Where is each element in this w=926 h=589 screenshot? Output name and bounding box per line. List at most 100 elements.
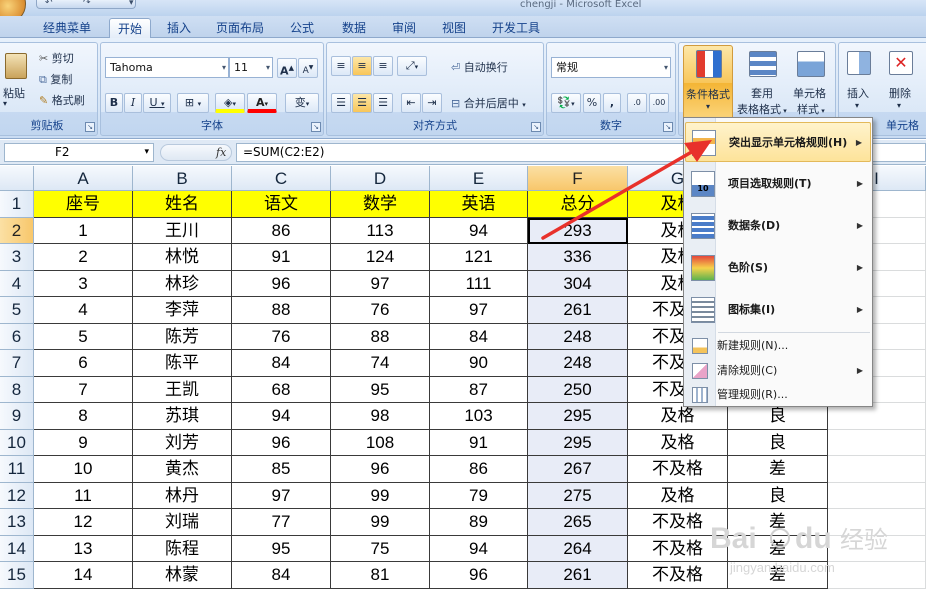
table-cell[interactable]: 77 [232,509,331,536]
increase-decimal-button[interactable]: .0 [627,93,647,113]
clipboard-launcher-icon[interactable]: ↘ [85,122,95,132]
table-cell[interactable]: 刘瑞 [133,509,232,536]
table-cell[interactable]: 248 [528,350,628,377]
table-format-button[interactable]: 表格格式 ▾ [737,101,787,117]
delete-cells-button[interactable]: 删除 [889,85,911,101]
menu-item-manage-rules[interactable]: 管理规则(R)... [685,383,871,407]
shrink-font-button[interactable]: A▼ [298,58,318,78]
row-header[interactable]: 9 [0,403,34,430]
italic-button[interactable]: I [124,93,142,113]
paste-dropdown-icon[interactable]: ▾ [3,99,7,108]
table-cell[interactable]: 12 [34,509,133,536]
row-header[interactable]: 8 [0,376,34,403]
table-cell[interactable]: 68 [232,376,331,403]
number-format-select[interactable]: 常规 ▾ [551,57,671,78]
row-header[interactable]: 14 [0,535,34,562]
currency-button[interactable]: 💱▾ [551,93,581,113]
row-header[interactable]: 10 [0,429,34,456]
table-cell[interactable]: 84 [430,323,528,350]
table-cell[interactable]: 94 [232,403,331,430]
table-cell[interactable]: 304 [528,270,628,297]
tab-home[interactable]: 开始 [109,18,151,39]
row-header[interactable]: 6 [0,323,34,350]
table-cell[interactable]: 2 [34,244,133,271]
cell-styles-button[interactable]: 样式 ▾ [797,101,825,117]
table-cell[interactable]: 295 [528,429,628,456]
column-header-b[interactable]: B [133,166,232,191]
table-header-cell[interactable]: 座号 [34,191,133,218]
menu-item-data-bars[interactable]: 数据条(D) ▶ [685,206,871,246]
table-cell[interactable]: 91 [232,244,331,271]
table-cell[interactable]: 103 [430,403,528,430]
menu-item-color-scales[interactable]: 色阶(S) ▶ [685,248,871,288]
table-cell[interactable]: 良 [728,482,828,509]
table-header-cell[interactable]: 数学 [331,191,430,218]
column-header-f[interactable]: F [528,166,628,191]
table-cell[interactable]: 264 [528,535,628,562]
decrease-indent-button[interactable]: ⇤ [401,93,421,113]
table-cell[interactable]: 336 [528,244,628,271]
table-cell[interactable]: 4 [34,297,133,324]
insert-cells-button[interactable]: 插入 [847,85,869,101]
table-cell[interactable]: 98 [331,403,430,430]
row-header[interactable]: 12 [0,482,34,509]
table-cell[interactable]: 李萍 [133,297,232,324]
border-button[interactable]: ⊞ ▾ [177,93,209,113]
column-header-d[interactable]: D [331,166,430,191]
table-cell[interactable]: 265 [528,509,628,536]
copy-button[interactable]: ⧉ 复制 [39,71,72,87]
table-cell[interactable]: 84 [232,350,331,377]
table-cell[interactable]: 及格 [628,482,728,509]
font-name-select[interactable]: Tahoma ▾ [105,57,229,78]
row-header[interactable]: 4 [0,270,34,297]
table-cell[interactable]: 97 [331,270,430,297]
tab-page-layout[interactable]: 页面布局 [208,18,272,38]
table-cell[interactable]: 75 [331,535,430,562]
conditional-formatting-button[interactable]: 条件格式 ▾ [683,45,733,121]
table-cell[interactable]: 275 [528,482,628,509]
table-cell[interactable]: 97 [232,482,331,509]
table-cell[interactable]: 74 [331,350,430,377]
table-cell[interactable]: 248 [528,323,628,350]
table-cell[interactable]: 95 [331,376,430,403]
table-cell[interactable]: 14 [34,562,133,589]
table-cell[interactable]: 不及格 [628,456,728,483]
table-cell[interactable]: 苏琪 [133,403,232,430]
table-header-cell[interactable]: 英语 [430,191,528,218]
table-cell[interactable]: 88 [232,297,331,324]
table-cell[interactable]: 96 [430,562,528,589]
cut-button[interactable]: ✂ 剪切 [39,50,74,66]
merge-center-button[interactable]: ⊟ 合并后居中 ▾ [451,95,526,111]
table-cell[interactable]: 95 [232,535,331,562]
table-cell[interactable]: 13 [34,535,133,562]
tab-insert[interactable]: 插入 [158,18,200,38]
table-cell[interactable]: 113 [331,217,430,244]
table-cell[interactable]: 121 [430,244,528,271]
table-cell[interactable]: 陈程 [133,535,232,562]
tab-review[interactable]: 审阅 [383,18,425,38]
table-cell[interactable]: 林丹 [133,482,232,509]
table-cell[interactable]: 96 [331,456,430,483]
increase-indent-button[interactable]: ⇥ [422,93,442,113]
fill-color-button[interactable]: ◈▾ [215,93,245,113]
table-cell[interactable]: 99 [331,482,430,509]
table-cell[interactable]: 陈平 [133,350,232,377]
table-cell[interactable]: 261 [528,297,628,324]
align-right-button[interactable]: ☰ [373,93,393,113]
tab-developer[interactable]: 开发工具 [484,18,548,38]
tab-view[interactable]: 视图 [433,18,475,38]
table-cell[interactable]: 89 [430,509,528,536]
table-cell[interactable]: 250 [528,376,628,403]
wrap-text-button[interactable]: ⏎ 自动换行 [451,59,508,75]
table-header-cell[interactable]: 姓名 [133,191,232,218]
row-header[interactable]: 1 [0,191,34,218]
table-cell[interactable]: 良 [728,429,828,456]
table-cell[interactable]: 林蒙 [133,562,232,589]
font-color-button[interactable]: A▾ [247,93,277,113]
percent-button[interactable]: % [583,93,601,113]
active-cell[interactable]: 293 [528,217,628,244]
phonetic-button[interactable]: 变▾ [285,93,319,113]
row-header[interactable]: 2 [0,217,34,244]
table-cell[interactable]: 96 [232,270,331,297]
table-cell[interactable] [828,429,926,456]
